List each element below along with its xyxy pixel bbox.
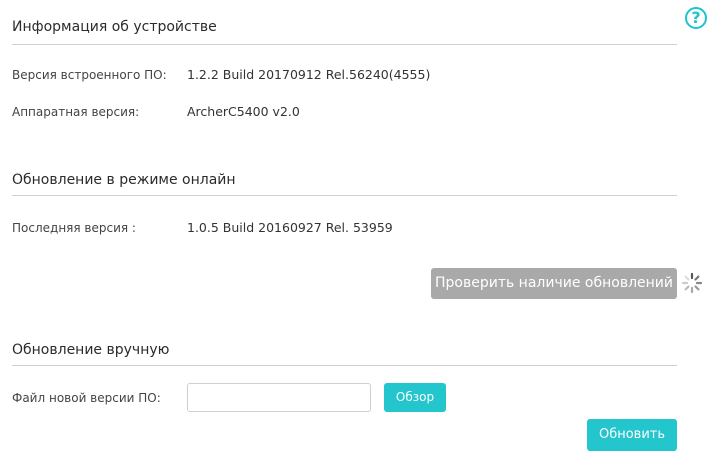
new-firmware-file-label: Файл новой версии ПО: bbox=[12, 391, 161, 405]
hardware-version-label: Аппаратная версия: bbox=[12, 105, 140, 119]
online-update-divider bbox=[12, 195, 677, 196]
firmware-file-input[interactable] bbox=[187, 383, 371, 412]
latest-version-value: 1.0.5 Build 20160927 Rel. 53959 bbox=[187, 220, 393, 235]
manual-update-divider bbox=[12, 365, 677, 366]
latest-version-label: Последняя версия : bbox=[12, 221, 136, 235]
loading-spinner-icon bbox=[681, 272, 703, 294]
update-button[interactable]: Обновить bbox=[587, 419, 677, 451]
firmware-version-label: Версия встроенного ПО: bbox=[12, 68, 167, 82]
help-icon[interactable]: ? bbox=[685, 7, 707, 29]
check-updates-button[interactable]: Проверить наличие обновлений bbox=[431, 268, 677, 299]
browse-button[interactable]: Обзор bbox=[384, 383, 446, 412]
hardware-version-value: ArcherC5400 v2.0 bbox=[187, 104, 300, 119]
manual-update-title: Обновление вручную bbox=[12, 342, 170, 358]
device-info-divider bbox=[12, 44, 677, 45]
device-info-title: Информация об устройстве bbox=[12, 19, 217, 35]
online-update-title: Обновление в режиме онлайн bbox=[12, 172, 236, 188]
firmware-version-value: 1.2.2 Build 20170912 Rel.56240(4555) bbox=[187, 67, 431, 82]
